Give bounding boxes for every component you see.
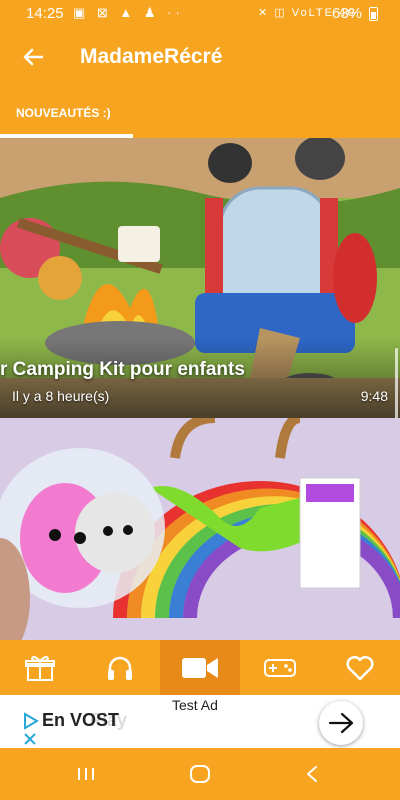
recent-apps-button[interactable] bbox=[72, 762, 100, 786]
app-title: MadameRécré bbox=[80, 45, 223, 68]
notification-icons: ▣ ⊠ ▲ ♟ ·· bbox=[73, 5, 184, 20]
ad-open-button[interactable] bbox=[319, 701, 363, 745]
status-time: 14:25 bbox=[26, 5, 64, 22]
bottom-navigation bbox=[0, 640, 400, 695]
arrow-left-icon bbox=[23, 48, 43, 66]
heart-icon bbox=[346, 655, 374, 680]
nav-item-gifts[interactable] bbox=[0, 640, 80, 695]
home-button[interactable] bbox=[186, 762, 214, 786]
nav-item-videos[interactable] bbox=[160, 640, 240, 695]
video-title: r Camping Kit pour enfants bbox=[0, 359, 245, 380]
arrow-right-icon bbox=[328, 712, 354, 734]
tab-nouveautes[interactable]: NOUVEAUTÉS :) bbox=[0, 88, 133, 138]
back-nav-button[interactable] bbox=[298, 762, 326, 786]
video-duration: 9:48 bbox=[360, 388, 388, 404]
gift-icon bbox=[25, 655, 55, 681]
video-camera-icon bbox=[182, 657, 218, 678]
gamepad-icon bbox=[264, 658, 296, 677]
video-card[interactable]: r Camping Kit pour enfants Il y a 8 heur… bbox=[0, 138, 400, 418]
nav-item-audio[interactable] bbox=[80, 640, 160, 695]
scrollbar[interactable] bbox=[395, 348, 398, 418]
recent-apps-icon bbox=[78, 768, 94, 780]
nav-item-favorites[interactable] bbox=[320, 640, 400, 695]
ad-text: En VOST bbox=[42, 710, 120, 730]
tooltip: Test Ad bbox=[168, 695, 222, 715]
system-navigation-bar bbox=[0, 748, 400, 800]
ad-choices-icon[interactable] bbox=[22, 712, 40, 746]
chevron-left-icon bbox=[307, 766, 317, 782]
home-icon bbox=[190, 765, 210, 783]
video-thumbnail bbox=[0, 418, 400, 640]
video-card[interactable] bbox=[0, 418, 400, 640]
status-bar: 14:25 ▣ ⊠ ▲ ♟ ·· ✕ ◫ VoLTE 4G 63% bbox=[0, 0, 400, 28]
nav-item-games[interactable] bbox=[240, 640, 320, 695]
back-button[interactable] bbox=[18, 40, 48, 74]
battery-icon bbox=[369, 7, 378, 21]
tab-bar: NOUVEAUTÉS :) bbox=[0, 88, 400, 138]
app-bar: MadameRécré bbox=[0, 28, 400, 88]
video-age: Il y a 8 heure(s) bbox=[12, 388, 110, 404]
battery-percent: 63% bbox=[332, 5, 363, 22]
headphones-icon bbox=[108, 656, 132, 680]
